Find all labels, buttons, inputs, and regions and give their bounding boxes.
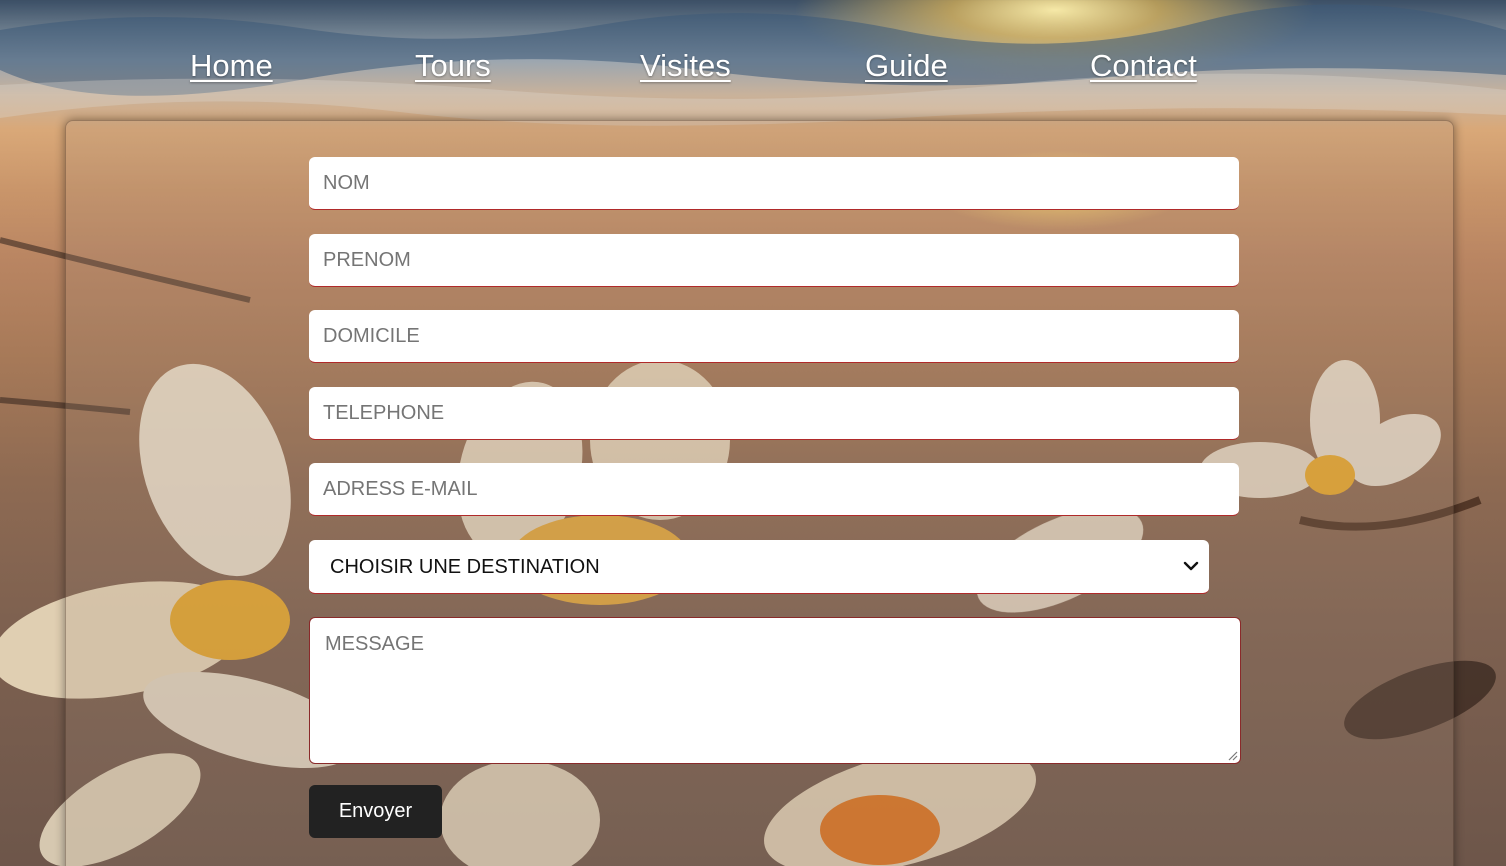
chevron-down-icon — [1183, 561, 1199, 571]
email-input[interactable] — [309, 463, 1239, 516]
telephone-input[interactable] — [309, 387, 1239, 440]
message-placeholder: MESSAGE — [325, 633, 424, 655]
domicile-input[interactable] — [309, 310, 1239, 363]
nav-link-tours[interactable]: Tours — [415, 48, 491, 84]
submit-button[interactable]: Envoyer — [309, 785, 442, 838]
nav-link-visites[interactable]: Visites — [640, 48, 731, 84]
nom-input[interactable] — [309, 157, 1239, 210]
nav-link-home[interactable]: Home — [190, 48, 273, 84]
resize-grip-icon[interactable] — [1226, 749, 1238, 761]
main-navigation: Home Tours Visites Guide Contact — [0, 48, 1506, 92]
prenom-input[interactable] — [309, 234, 1239, 287]
nav-link-contact[interactable]: Contact — [1090, 48, 1197, 84]
destination-select[interactable]: CHOISIR UNE DESTINATION — [309, 540, 1209, 594]
message-textarea[interactable]: MESSAGE — [309, 617, 1241, 764]
nav-link-guide[interactable]: Guide — [865, 48, 948, 84]
destination-selected-value: CHOISIR UNE DESTINATION — [330, 556, 600, 578]
